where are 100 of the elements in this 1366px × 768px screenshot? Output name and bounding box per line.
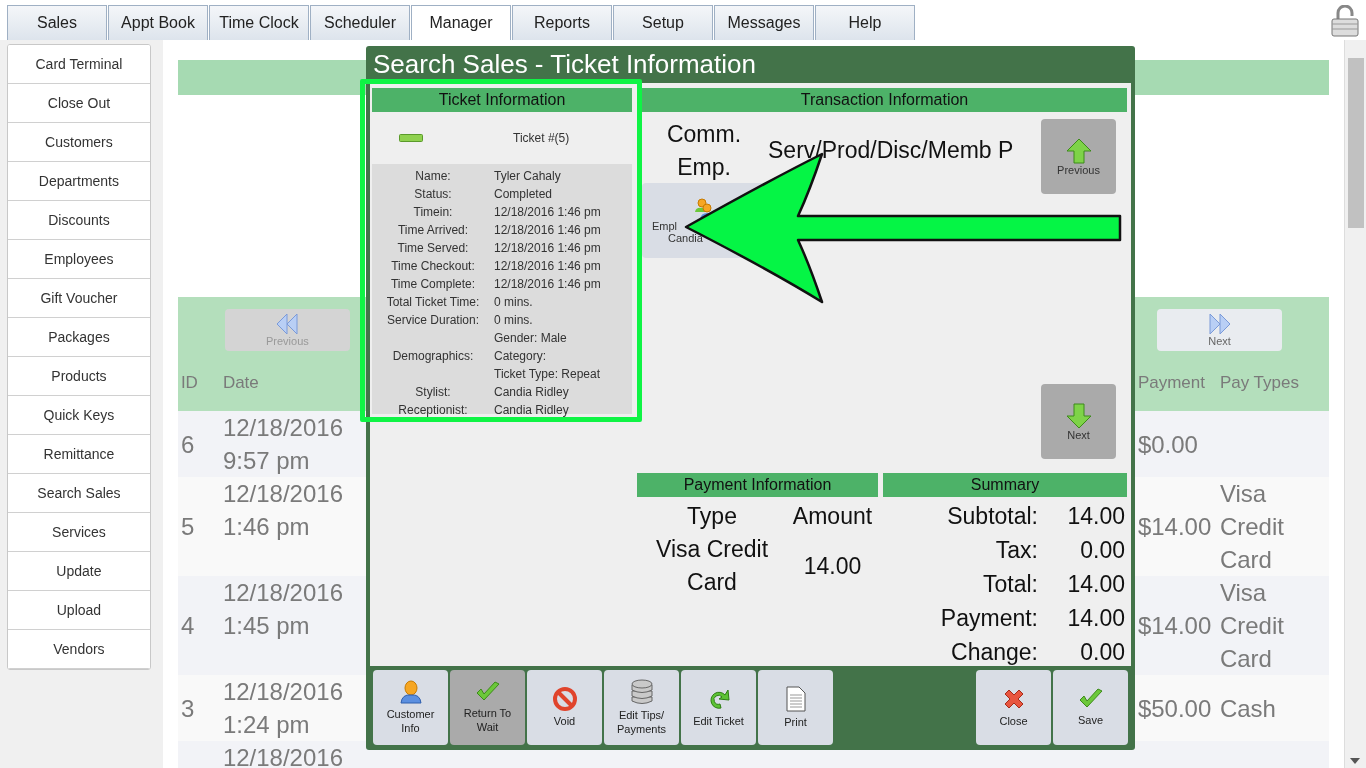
down-arrow-icon bbox=[1065, 402, 1092, 429]
status-bar-icon bbox=[399, 134, 423, 142]
database-icon bbox=[629, 679, 654, 705]
nav-tab[interactable]: Sales bbox=[7, 5, 107, 40]
detail-label: Status: bbox=[413, 187, 453, 201]
summary-label: Tax: bbox=[994, 536, 1038, 565]
detail-label: Time Served: bbox=[396, 241, 470, 255]
table-cell: 3 bbox=[180, 694, 195, 722]
column-header: Amount bbox=[791, 502, 874, 531]
panel-header: Transaction Information bbox=[642, 88, 1127, 112]
dialog-title: Search Sales - Ticket Information bbox=[372, 48, 757, 81]
nav-tab[interactable]: Setup bbox=[613, 5, 713, 40]
table-cell: $50.00 bbox=[1137, 694, 1212, 722]
table-cell: 12/18/2016 1:24 pm bbox=[222, 678, 343, 738]
toolbar-button[interactable]: Edit Ticket bbox=[681, 670, 756, 745]
nav-tab[interactable]: Scheduler bbox=[310, 5, 410, 40]
detail-label: Time Checkout: bbox=[390, 259, 476, 273]
column-header: Payment bbox=[1137, 373, 1205, 392]
detail-label: Time Complete: bbox=[389, 277, 477, 291]
detail-value: 0 mins. bbox=[494, 312, 533, 329]
nav-tab[interactable]: Manager bbox=[411, 5, 511, 40]
toolbar-button[interactable]: Close bbox=[976, 670, 1051, 745]
detail-label: Timein: bbox=[412, 205, 454, 219]
summary-label: Total: bbox=[982, 570, 1038, 599]
table-cell: 6 bbox=[180, 430, 195, 458]
rewind-icon bbox=[275, 313, 300, 335]
detail-label: Total Ticket Time: bbox=[385, 295, 481, 309]
summary-value: 0.00 bbox=[1079, 638, 1126, 667]
check-icon bbox=[1077, 688, 1104, 710]
fast-forward-icon bbox=[1207, 313, 1232, 335]
column-header: ID bbox=[180, 373, 198, 392]
detail-label: Receptionist: bbox=[397, 403, 469, 417]
table-cell: 12/18/2016 9:57 pm bbox=[222, 414, 343, 474]
summary-value: 0.00 bbox=[1079, 536, 1126, 565]
table-cell: $0.00 bbox=[1137, 430, 1198, 458]
table-cell: Visa Credit Card bbox=[1219, 480, 1284, 573]
panel-header: Payment Information bbox=[637, 473, 878, 497]
column-header: Date bbox=[222, 373, 259, 392]
summary-label: Change: bbox=[950, 638, 1038, 667]
detail-value: Candia Ridley bbox=[494, 384, 569, 401]
next-button[interactable]: Next bbox=[1157, 309, 1282, 351]
table-cell: $14.00 bbox=[1137, 513, 1212, 540]
table-cell: 12/18/2016 1:46 pm bbox=[222, 480, 343, 540]
detail-label: Demographics: bbox=[391, 349, 475, 363]
panel-header: Summary bbox=[883, 473, 1127, 497]
payment-amount: 14.00 bbox=[802, 551, 863, 581]
table-cell: 5 bbox=[180, 513, 195, 540]
toolbar-button[interactable]: Edit Tips/ Payments bbox=[604, 670, 679, 745]
next-button[interactable]: Next bbox=[1041, 384, 1116, 459]
column-header: Pay Types bbox=[1219, 373, 1299, 392]
detail-value: Ticket Type: Repeat bbox=[494, 366, 601, 383]
detail-value: 12/18/2016 1:46 pm bbox=[494, 258, 601, 275]
table-cell: $14.00 bbox=[1137, 612, 1212, 639]
toolbar-button[interactable]: Print bbox=[758, 670, 833, 745]
nav-tab[interactable]: Time Clock bbox=[209, 5, 309, 40]
previous-button[interactable]: Previous bbox=[1041, 119, 1116, 194]
check-icon bbox=[474, 681, 501, 703]
table-cell: 12/18/2016 1:45 pm bbox=[222, 579, 343, 639]
table-cell: Visa Credit Card bbox=[1219, 579, 1284, 672]
detail-value: Completed bbox=[494, 186, 553, 203]
padlock-icon[interactable] bbox=[1330, 5, 1360, 37]
detail-label: Time Arrived: bbox=[396, 223, 470, 237]
toolbar-button[interactable]: Void bbox=[527, 670, 602, 745]
ticket-number: Ticket #(5) bbox=[513, 131, 570, 145]
scrollbar[interactable] bbox=[1344, 40, 1366, 768]
detail-value: Candia Ridley bbox=[494, 402, 569, 419]
detail-value: 0 mins. bbox=[494, 294, 533, 311]
nav-tab[interactable]: Reports bbox=[512, 5, 612, 40]
up-arrow-icon bbox=[1065, 137, 1092, 164]
summary-value: 14.00 bbox=[1066, 502, 1126, 531]
detail-value: 12/18/2016 1:46 pm bbox=[494, 222, 601, 239]
panel-header: Ticket Information bbox=[372, 88, 632, 112]
nav-tab[interactable]: Help bbox=[815, 5, 915, 40]
toolbar-button[interactable]: Customer Info bbox=[373, 670, 448, 745]
summary-value: 14.00 bbox=[1066, 570, 1126, 599]
summary-label: Subtotal: bbox=[946, 502, 1038, 531]
detail-value: 12/18/2016 1:46 pm bbox=[494, 276, 601, 293]
prohibited-icon bbox=[552, 687, 577, 711]
detail-value: Category: bbox=[494, 348, 548, 365]
scrollbar-thumb[interactable] bbox=[1348, 58, 1364, 228]
toolbar-button[interactable]: Save bbox=[1053, 670, 1128, 745]
detail-label: Stylist: bbox=[414, 385, 452, 399]
detail-value: 12/18/2016 1:46 pm bbox=[494, 240, 601, 257]
sidebar-item[interactable]: Card Terminal bbox=[8, 45, 150, 84]
detail-value: Gender: Male bbox=[494, 330, 568, 347]
nav-tab[interactable]: Messages bbox=[714, 5, 814, 40]
nav-tab[interactable]: Appt Book bbox=[108, 5, 208, 40]
table-cell: 4 bbox=[180, 612, 195, 639]
person-icon bbox=[399, 680, 422, 704]
scroll-down-icon[interactable] bbox=[1350, 758, 1360, 764]
detail-label: Name: bbox=[414, 169, 452, 183]
table-cell: 12/18/2016 bbox=[222, 744, 343, 768]
column-header: Type bbox=[686, 502, 738, 531]
table-cell: Cash bbox=[1219, 694, 1276, 722]
column-header: Serv/Prod/Disc/Memb P bbox=[768, 136, 1015, 165]
column-header: Comm. Emp. bbox=[665, 120, 743, 182]
payment-type: Visa Credit Card bbox=[654, 535, 770, 597]
document-icon bbox=[785, 686, 806, 712]
detail-value: 12/18/2016 1:46 pm bbox=[494, 204, 601, 221]
detail-value: Tyler Cahaly bbox=[494, 168, 561, 185]
